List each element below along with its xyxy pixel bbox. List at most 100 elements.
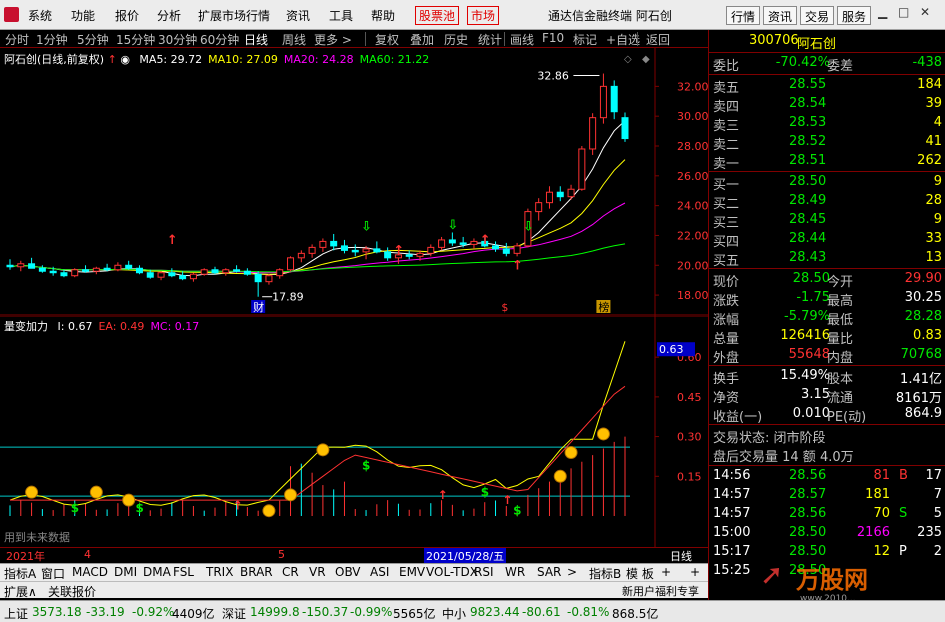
toolbar-item-16[interactable]: +自选	[606, 31, 640, 48]
indicator-tab-21[interactable]: +	[690, 565, 700, 579]
indicator-tab-14[interactable]: RSI	[474, 565, 494, 579]
menu-ext-market[interactable]: 扩展市场行情	[198, 7, 270, 24]
btn-trade[interactable]: 交易	[800, 6, 835, 25]
divider	[709, 268, 945, 269]
indicator-chart[interactable]: 0.600.450.300.150.63$ $$$$↑↑ ↑用到未来数据	[0, 316, 708, 547]
indicator-tab-6[interactable]: TRIX	[206, 565, 233, 579]
event-marker-2[interactable]: 榜	[596, 300, 611, 314]
coin-marker-icon	[284, 488, 298, 502]
bid-label: 买二	[713, 197, 740, 212]
toolbar-item-7[interactable]: 周线	[282, 31, 306, 48]
indicator-tab-5[interactable]: FSL	[173, 565, 194, 579]
indicator-tab-3[interactable]: DMI	[114, 565, 137, 579]
toolbar-item-4[interactable]: 30分钟	[158, 31, 197, 48]
candle-54	[589, 113, 597, 155]
candle-body	[60, 272, 68, 277]
event-marker-1[interactable]: $	[499, 300, 514, 314]
dropdown-icon[interactable]: ◉	[120, 53, 130, 66]
toolbar-item-8[interactable]: 更多 >	[314, 31, 352, 48]
chart-option-icon[interactable]: ◆	[642, 54, 650, 65]
menu-news[interactable]: 资讯	[286, 7, 310, 24]
toolbar-item-3[interactable]: 15分钟	[116, 31, 155, 48]
indicator-tab-2[interactable]: MACD	[72, 565, 108, 579]
menu-system[interactable]: 系统	[28, 7, 52, 24]
indicator-tab-12[interactable]: EMV	[399, 565, 425, 579]
toolbar-item-13[interactable]: 画线	[510, 31, 534, 48]
ask-row: 卖二 28.52 41	[709, 133, 945, 153]
indicator-tab-17[interactable]: >	[567, 565, 577, 579]
tick-volume: 70	[873, 506, 890, 521]
toolbar-item-2[interactable]: 5分钟	[77, 31, 109, 48]
menu-help[interactable]: 帮助	[371, 7, 395, 24]
ask-label: 卖三	[713, 119, 740, 134]
bid-row: 买三 28.45 9	[709, 211, 945, 231]
ask-volume: 41	[925, 134, 942, 149]
toolbar-item-17[interactable]: 返回	[646, 31, 670, 48]
menu-quote[interactable]: 报价	[115, 7, 139, 24]
bid-row: 买五 28.43 13	[709, 249, 945, 269]
indicator-legend: 量变加力 I: 0.67 EA: 0.49 MC: 0.17	[4, 318, 199, 334]
menu-tools[interactable]: 工具	[329, 7, 353, 24]
stat-label: 最高	[827, 294, 854, 309]
candlestick-chart[interactable]: 32.00 30.00 28.00 26.00 24.00 22.00 20.00 18.00…	[0, 48, 708, 316]
stock-code: 300706	[749, 33, 799, 48]
candle-body	[373, 248, 381, 253]
indicator-tab-16[interactable]: SAR	[537, 565, 561, 579]
maximize-icon[interactable]: □	[898, 5, 914, 23]
indicator-tab-9[interactable]: VR	[309, 565, 326, 579]
candle-body	[492, 245, 500, 250]
toolbar-item-15[interactable]: 标记	[573, 31, 597, 48]
menu-analysis[interactable]: 分析	[157, 7, 181, 24]
btn-news[interactable]: 资讯	[763, 6, 798, 25]
app-logo-icon[interactable]	[4, 7, 19, 22]
toolbar-item-9[interactable]: 复权	[375, 31, 399, 48]
zx-index-name: 中小	[442, 607, 467, 621]
toolbar-item-5[interactable]: 60分钟	[200, 31, 239, 48]
tick-row: 14:56 28.56 81 B 17	[709, 467, 945, 486]
new-user-welfare-link[interactable]: 新用户福利专享	[622, 583, 699, 599]
menu-function[interactable]: 功能	[71, 7, 95, 24]
toolbar-item-1[interactable]: 1分钟	[36, 31, 68, 48]
stat2-label: 股本	[827, 372, 854, 387]
tick-time: 14:56	[713, 468, 751, 483]
indicator-tab-4[interactable]: DMA	[143, 565, 171, 579]
indicator-tab-11[interactable]: ASI	[370, 565, 389, 579]
btn-service[interactable]: 服务	[837, 6, 872, 25]
expand-button[interactable]: 扩展∧	[4, 583, 37, 600]
indicator-tab-15[interactable]: WR	[505, 565, 525, 579]
bid-volume: 13	[925, 250, 942, 265]
indicator-tab-7[interactable]: BRAR	[240, 565, 273, 579]
indicator-tab-8[interactable]: CR	[282, 565, 299, 579]
event-marker-label: $	[501, 301, 508, 314]
indicator-tab-10[interactable]: OBV	[335, 565, 361, 579]
indicator-tab-18[interactable]: 指标B	[589, 565, 621, 582]
tick-count: 7	[933, 487, 942, 502]
toolbar-item-11[interactable]: 历史	[444, 31, 468, 48]
btn-quote[interactable]: 行情	[726, 6, 761, 25]
menu-stock-pool[interactable]: 股票池	[415, 6, 460, 25]
bid-row: 买一 28.50 9	[709, 173, 945, 193]
indicator-value-1: EA: 0.49	[98, 320, 145, 333]
candle-body	[38, 267, 46, 272]
minimize-icon[interactable]: ▁	[878, 5, 894, 23]
candle-body	[578, 148, 586, 190]
toolbar-item-10[interactable]: 叠加	[410, 31, 434, 48]
indicator-tab-0[interactable]: 指标A	[4, 565, 36, 582]
toolbar-item-0[interactable]: 分时	[5, 31, 29, 48]
indicator-tab-19[interactable]: 模 板	[626, 565, 654, 582]
menu-market[interactable]: 市场	[467, 6, 500, 25]
related-quote-button[interactable]: 关联报价	[48, 583, 96, 600]
tick-volume: 12	[873, 544, 890, 559]
close-icon[interactable]: ✕	[920, 5, 936, 23]
ma-legend-3: MA60: 21.22	[359, 53, 430, 66]
toolbar-item-14[interactable]: F10	[542, 31, 564, 45]
indicator-tab-1[interactable]: 窗口	[41, 565, 65, 582]
toolbar-item-6[interactable]: 日线	[244, 31, 268, 48]
event-marker-0[interactable]: 财	[251, 300, 266, 314]
candle-body	[179, 275, 187, 280]
toolbar-item-12[interactable]: 统计	[478, 31, 502, 48]
chart-option-icon[interactable]: ◇	[624, 54, 632, 65]
indicator-tab-13[interactable]: VOL-TDX	[426, 565, 478, 579]
candle-body	[71, 269, 79, 277]
indicator-tab-20[interactable]: +	[661, 565, 671, 579]
